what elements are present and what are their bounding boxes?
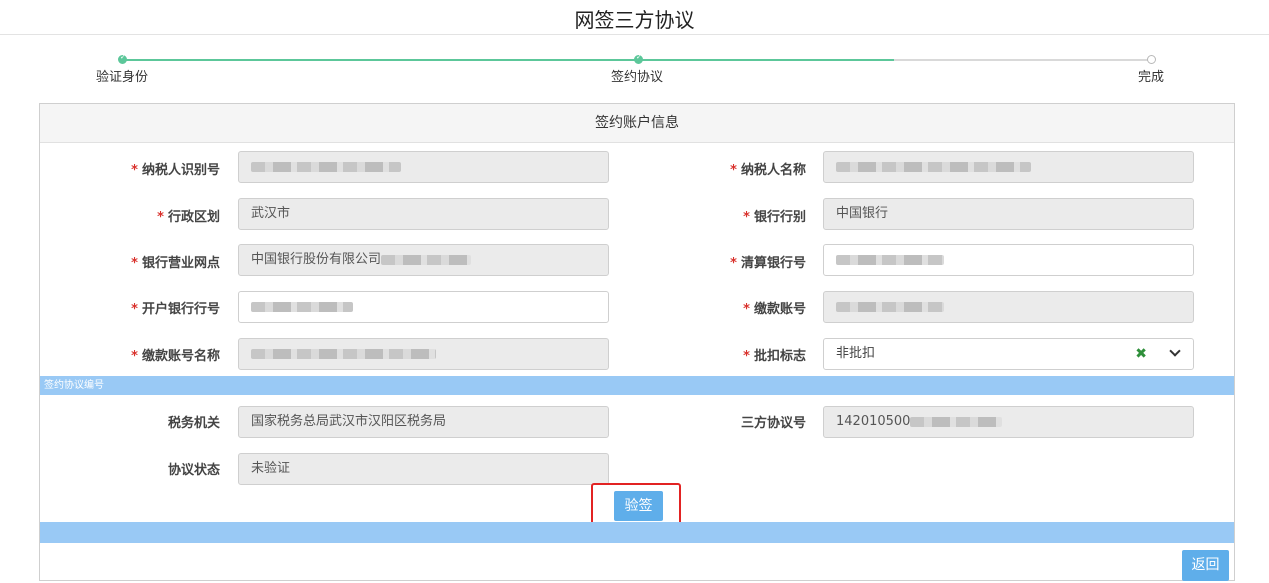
- step-3-circle-icon: [1147, 55, 1156, 64]
- taxpayer-id-label: * 纳税人识别号: [131, 163, 220, 178]
- bank-category-label: * 银行行别: [743, 210, 806, 225]
- bank-branch-value: 中国银行股份有限公司: [251, 252, 382, 267]
- stepper-line-complete: [122, 59, 894, 61]
- taxpayer-id-field[interactable]: [238, 151, 609, 183]
- batch-flag-value: 非批扣: [836, 346, 876, 361]
- protocol-no-label: 三方协议号: [740, 416, 806, 431]
- page-title: 网签三方协议: [574, 8, 695, 32]
- redacted-value: [251, 301, 353, 312]
- stepper-line-pending: [894, 59, 1152, 61]
- back-button[interactable]: 返回: [1182, 550, 1229, 581]
- redacted-value: [836, 254, 944, 265]
- bank-category-field[interactable]: 中国银行: [823, 198, 1194, 230]
- protocol-status-field[interactable]: 未验证: [238, 453, 609, 485]
- bank-branch-field[interactable]: 中国银行股份有限公司: [238, 244, 609, 276]
- opening-bank-no-label: * 开户银行行号: [131, 302, 220, 317]
- batch-flag-select[interactable]: 非批扣 ✖: [823, 338, 1194, 370]
- opening-bank-no-field[interactable]: [238, 291, 609, 323]
- redacted-value: [910, 416, 1003, 427]
- protocol-status-label: 协议状态: [167, 463, 220, 478]
- admin-region-field[interactable]: 武汉市: [238, 198, 609, 230]
- chevron-down-icon[interactable]: [1169, 345, 1181, 357]
- signing-account-panel: 签约账户信息 * 纳税人识别号 * 纳税人名称 * 行政区划 武汉市 * 银行行别 中国…: [39, 103, 1235, 581]
- tax-authority-field[interactable]: 国家税务总局武汉市汉阳区税务局: [238, 406, 609, 438]
- sign-button[interactable]: 验签: [614, 491, 663, 521]
- redacted-value: [836, 301, 944, 312]
- title-divider: [0, 34, 1269, 35]
- payment-account-name-field[interactable]: [238, 338, 609, 370]
- bank-branch-label: * 银行营业网点: [131, 256, 220, 271]
- step-2-check-icon: ✓: [634, 53, 643, 64]
- panel-header: 签约账户信息: [40, 104, 1234, 143]
- step-label-verify-identity: 验证身份: [96, 70, 149, 85]
- taxpayer-name-label: * 纳税人名称: [730, 163, 806, 178]
- payment-account-field[interactable]: [823, 291, 1194, 323]
- redacted-value: [836, 161, 1031, 172]
- payment-account-label: * 缴款账号: [743, 302, 806, 317]
- protocol-no-field[interactable]: 142010500: [823, 406, 1194, 438]
- admin-region-label: * 行政区划: [157, 210, 220, 225]
- step-label-sign-agreement: 签约协议: [611, 70, 664, 85]
- step-label-complete: 完成: [1138, 70, 1165, 85]
- taxpayer-name-field[interactable]: [823, 151, 1194, 183]
- section-bar-protocol: 签约协议编号: [40, 376, 1234, 395]
- payment-account-name-label: * 缴款账号名称: [131, 349, 220, 364]
- redacted-value: [251, 161, 401, 172]
- redacted-value: [381, 254, 472, 265]
- redacted-value: [251, 348, 436, 359]
- clear-x-icon[interactable]: ✖: [1135, 339, 1147, 369]
- section-bar-bottom: [40, 522, 1234, 543]
- clearing-bank-no-field[interactable]: [823, 244, 1194, 276]
- tax-authority-label: 税务机关: [167, 416, 220, 431]
- batch-flag-label: * 批扣标志: [743, 349, 806, 364]
- protocol-no-value: 142010500: [836, 414, 911, 429]
- clearing-bank-no-label: * 清算银行号: [730, 256, 806, 271]
- step-1-check-icon: ✓: [118, 53, 127, 64]
